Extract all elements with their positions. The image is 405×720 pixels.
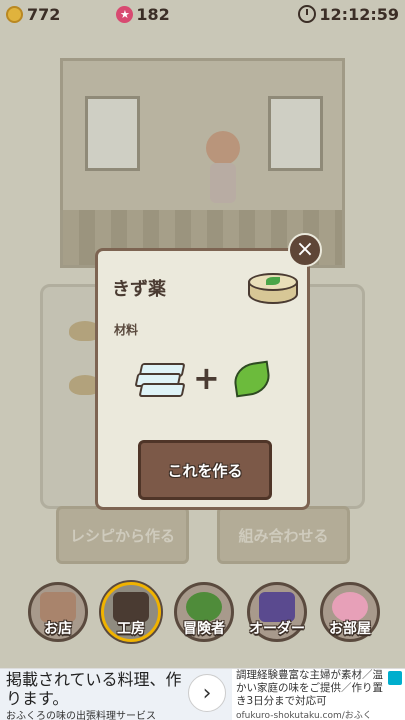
shopkeeper-character bbox=[198, 131, 248, 211]
bottom-nav: お店 工房 冒険者 オーダー お部屋 bbox=[0, 578, 405, 673]
nav-room[interactable]: お部屋 bbox=[318, 578, 382, 650]
clock-icon bbox=[298, 5, 317, 23]
coin-count: 772 bbox=[27, 4, 61, 24]
nav-workshop[interactable]: 工房 bbox=[99, 578, 163, 650]
item-title: きず薬 bbox=[112, 279, 166, 300]
plus-sign: + bbox=[193, 359, 220, 397]
combine-button[interactable]: 組み合わせる bbox=[217, 506, 350, 564]
nav-label: 工房 bbox=[117, 621, 145, 637]
nav-shop[interactable]: お店 bbox=[26, 578, 90, 650]
nav-label: オーダー bbox=[249, 621, 305, 637]
room-window bbox=[85, 96, 140, 171]
ice-crystal-icon bbox=[134, 361, 186, 397]
ad-subtext: おふくろの味の出張料理サービス bbox=[6, 711, 156, 720]
make-from-recipe-button[interactable]: レシピから作る bbox=[56, 506, 189, 564]
nav-label: お店 bbox=[44, 621, 72, 637]
nav-label: お部屋 bbox=[329, 621, 371, 637]
ad-headline[interactable]: 掲載されている料理、作ります。 bbox=[6, 670, 186, 708]
clock-time: 12:12:59 bbox=[319, 4, 399, 24]
salve-tin-icon bbox=[248, 273, 298, 307]
ad-left: 掲載されている料理、作ります。 おふくろの味の出張料理サービス › bbox=[0, 669, 232, 720]
craft-item-modal: きず薬 材料 + これを作る bbox=[95, 248, 310, 510]
ad-choices-icon[interactable] bbox=[388, 671, 402, 685]
status-bar: 772 ★ 182 12:12:59 bbox=[0, 0, 405, 28]
green-leaf-icon bbox=[230, 359, 274, 399]
gem-count: 182 bbox=[136, 4, 170, 24]
nav-adventurer[interactable]: 冒険者 bbox=[172, 578, 236, 650]
gem-icon: ★ bbox=[116, 5, 134, 23]
ad-body-text: 調理経験豊富な主婦が素材／温かい家庭の味をご提供／作り置き3日分まで対応可 bbox=[236, 669, 383, 707]
ad-banner[interactable]: 掲載されている料理、作ります。 おふくろの味の出張料理サービス › 調理経験豊富… bbox=[0, 668, 405, 720]
room-window bbox=[268, 96, 323, 171]
nav-label: 冒険者 bbox=[183, 621, 225, 637]
coin-icon bbox=[6, 5, 23, 23]
ad-url[interactable]: ofukuro-shokutaku.com/おふく bbox=[236, 708, 372, 720]
close-icon[interactable]: × bbox=[288, 233, 322, 267]
craft-button[interactable]: これを作る bbox=[138, 440, 272, 500]
nav-order[interactable]: オーダー bbox=[245, 578, 309, 650]
materials-label: 材料 bbox=[114, 323, 139, 337]
ad-arrow-icon[interactable]: › bbox=[188, 674, 226, 712]
